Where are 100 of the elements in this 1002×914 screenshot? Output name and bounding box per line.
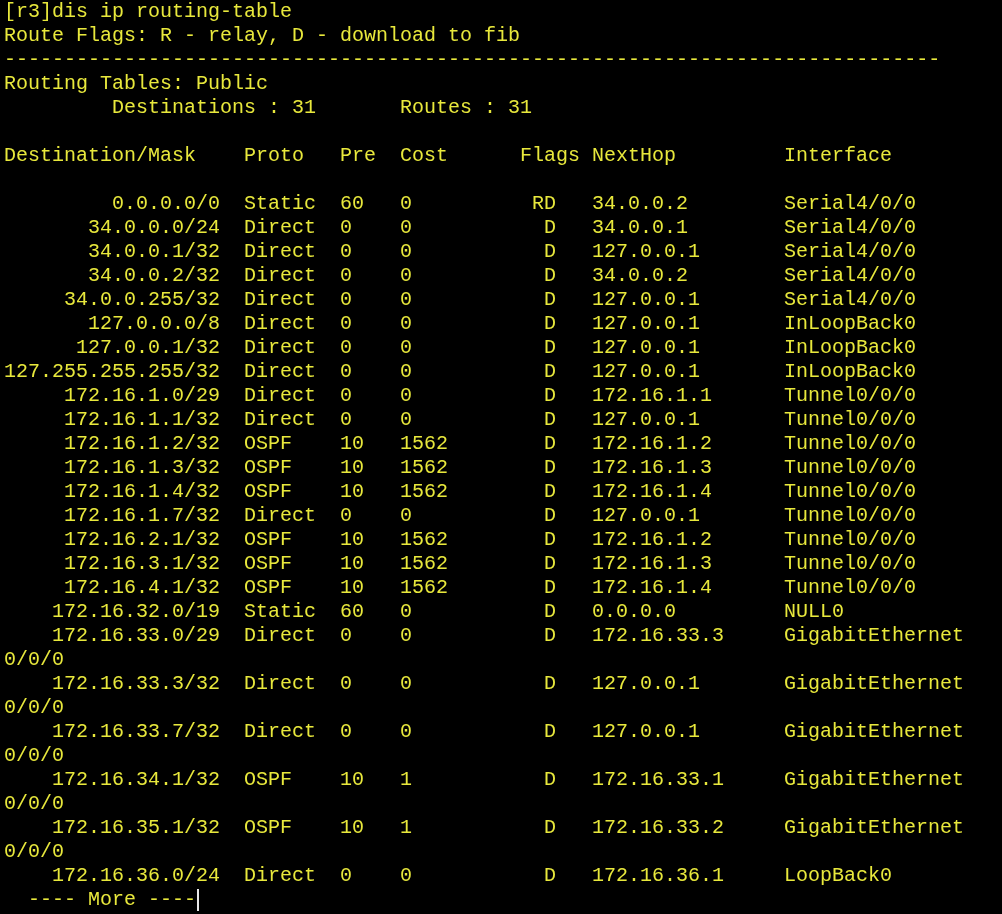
table-cell: Direct [244,240,317,263]
table-cell: D [544,600,557,623]
table-cell: 0 [340,264,353,287]
table-cell: 172.16.1.2 [592,432,713,455]
column-header: Pre [340,144,378,168]
table-cell: 172.16.1.3 [592,552,713,575]
table-cell: D [544,360,557,383]
table-cell: OSPF [244,576,293,599]
table-cell: 172.16.33.3 [592,624,725,647]
table-cell: 0 [340,720,353,743]
table-cell: GigabitEthernet [784,720,965,743]
table-cell: 10 [340,456,365,479]
table-cell: 0/0/0 [4,744,64,768]
table-cell: 10 [340,816,365,839]
table-cell: 34.0.0.0/24 [88,216,221,239]
table-cell: Tunnel0/0/0 [784,552,917,575]
table-cell: Tunnel0/0/0 [784,408,917,431]
table-cell: RD [532,192,557,215]
table-cell: 0 [340,312,353,335]
table-cell: Direct [244,408,317,431]
table-cell: 172.16.1.3 [592,456,713,479]
destinations-count: Destinations : 31 [112,96,317,120]
table-cell: D [544,768,557,791]
table-cell: 172.16.1.1/32 [64,408,221,431]
table-cell: 0 [340,216,353,239]
table-cell: 0/0/0 [4,792,64,816]
table-cell: 0 [400,360,413,383]
table-cell: 0 [400,384,413,407]
table-cell: D [544,240,557,263]
table-cell: 10 [340,432,365,455]
table-cell: 127.0.0.1 [592,504,701,527]
table-cell: 0 [400,288,413,311]
table-cell: 10 [340,480,365,503]
table-cell: 172.16.1.4 [592,480,713,503]
table-cell: D [544,552,557,575]
table-cell: 127.0.0.1 [592,288,701,311]
table-cell: OSPF [244,552,293,575]
table-cell: 1562 [400,576,449,599]
table-cell: 34.0.0.2 [592,264,689,287]
table-cell: 172.16.33.3/32 [52,672,221,695]
table-cell: InLoopBack0 [784,336,917,359]
table-cell: Direct [244,336,317,359]
table-cell: 0 [340,408,353,431]
table-cell: 127.0.0.1 [592,408,701,431]
table-cell: D [544,264,557,287]
table-cell: 172.16.36.0/24 [52,864,221,887]
table-cell: 1 [400,816,413,839]
table-cell: D [544,816,557,839]
table-cell: 1562 [400,552,449,575]
table-cell: 0 [400,240,413,263]
table-cell: 127.0.0.0/8 [88,312,221,335]
table-cell: 10 [340,528,365,551]
table-cell: Tunnel0/0/0 [784,480,917,503]
table-cell: Direct [244,360,317,383]
table-cell: 0 [400,600,413,623]
table-cell: D [544,432,557,455]
table-cell: 127.0.0.1 [592,240,701,263]
table-cell: OSPF [244,816,293,839]
table-cell: 0 [340,384,353,407]
table-cell: D [544,672,557,695]
table-cell: Static [244,600,317,623]
table-cell: GigabitEthernet [784,672,965,695]
table-cell: 127.0.0.1 [592,360,701,383]
table-cell: 172.16.1.2 [592,528,713,551]
table-cell: 172.16.1.4 [592,576,713,599]
table-cell: 172.16.34.1/32 [52,768,221,791]
table-cell: D [544,720,557,743]
table-cell: OSPF [244,480,293,503]
table-cell: 172.16.33.1 [592,768,725,791]
table-cell: Serial4/0/0 [784,240,917,263]
table-cell: Tunnel0/0/0 [784,384,917,407]
legend-text: Route Flags: R - relay, D - download to fib [4,24,521,48]
table-cell: 0 [400,336,413,359]
table-cell: 0 [400,192,413,215]
table-cell: OSPF [244,528,293,551]
table-cell: 1562 [400,432,449,455]
table-cell: D [544,288,557,311]
table-cell: 34.0.0.2/32 [88,264,221,287]
table-cell: 0 [400,312,413,335]
table-cell: 0 [400,408,413,431]
table-cell: NULL0 [784,600,845,623]
table-cell: 0 [400,624,413,647]
table-cell: D [544,336,557,359]
table-cell: LoopBack0 [784,864,893,887]
column-header: Flags [520,144,582,168]
table-cell: 127.0.0.1/32 [76,336,221,359]
table-cell: Tunnel0/0/0 [784,504,917,527]
column-header: NextHop [592,144,678,168]
table-cell: D [544,864,557,887]
table-cell: 10 [340,768,365,791]
table-cell: Direct [244,624,317,647]
table-cell: Direct [244,264,317,287]
more-prompt: ---- More ---- [28,888,197,912]
table-cell: 60 [340,192,365,215]
table-cell: 0 [340,624,353,647]
table-cell: Tunnel0/0/0 [784,576,917,599]
table-cell: 127.0.0.1 [592,336,701,359]
table-cell: Tunnel0/0/0 [784,432,917,455]
table-cell: Tunnel0/0/0 [784,456,917,479]
table-cell: 172.16.33.0/29 [52,624,221,647]
